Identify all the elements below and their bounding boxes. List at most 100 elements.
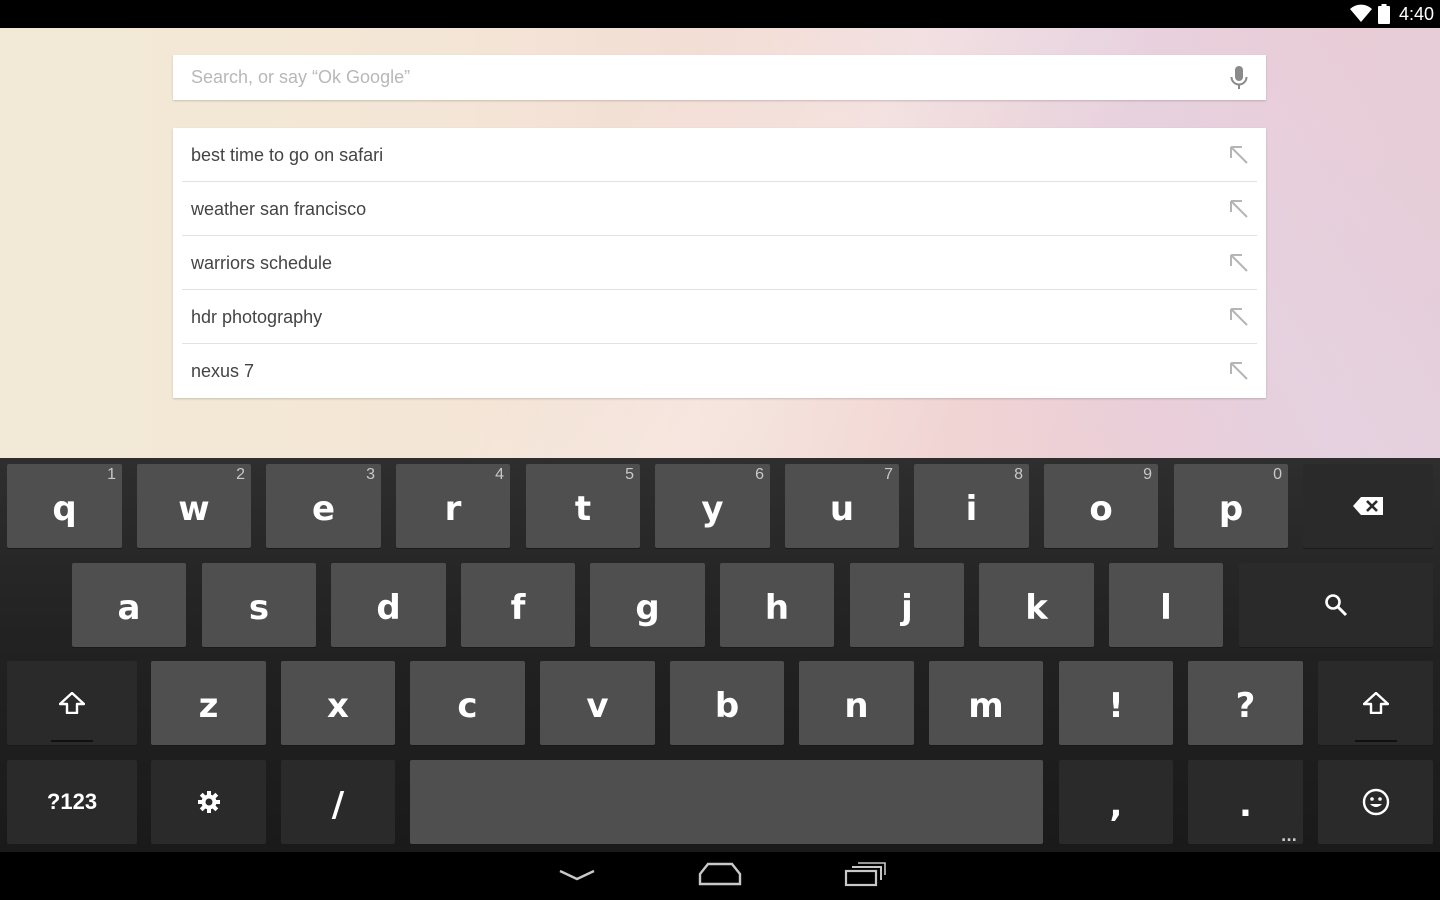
key-label: f (510, 588, 526, 628)
key-l[interactable]: l (1109, 563, 1223, 647)
backspace-key[interactable] (1303, 464, 1433, 548)
insert-query-arrow-icon[interactable] (1229, 199, 1249, 219)
key-g[interactable]: g (590, 563, 705, 647)
key-n[interactable]: n (799, 661, 914, 745)
insert-query-arrow-icon[interactable] (1229, 145, 1249, 165)
key-p[interactable]: 0p (1174, 464, 1288, 548)
key-label: d (376, 588, 401, 628)
suggestion-text: warriors schedule (191, 253, 333, 273)
key-f[interactable]: f (461, 563, 575, 647)
suggestion-item[interactable]: nexus 7 (173, 344, 1266, 398)
search-icon (1325, 594, 1348, 617)
key-comma[interactable]: , (1059, 760, 1173, 844)
key-label: z (198, 686, 219, 726)
symbols-key[interactable]: ?123 (7, 760, 137, 844)
key-label: p (1218, 489, 1244, 529)
suggestion-item[interactable]: warriors schedule (173, 236, 1266, 290)
key-period[interactable]: .... (1188, 760, 1303, 844)
key-label: a (117, 588, 141, 628)
shift-indicator (1355, 740, 1397, 742)
shift-key-right[interactable] (1318, 661, 1433, 745)
more-keys-indicator: ... (1281, 829, 1297, 845)
key-hint: 0 (1273, 466, 1282, 483)
key-label: o (1089, 489, 1113, 529)
emoji-key[interactable] (1318, 760, 1433, 844)
search-input[interactable]: Search, or say “Ok Google” (173, 55, 1266, 100)
status-time: 4:40 (1398, 4, 1434, 24)
key-o[interactable]: 9o (1044, 464, 1158, 548)
key-i[interactable]: 8i (914, 464, 1029, 548)
key-hint: 9 (1143, 466, 1152, 483)
key-m[interactable]: m (929, 661, 1043, 745)
wifi-icon (1350, 4, 1372, 22)
key-exclamation[interactable]: ! (1059, 661, 1173, 745)
key-label: ! (1108, 686, 1124, 726)
key-hint: 7 (884, 466, 893, 483)
key-label: m (968, 686, 1004, 726)
key-u[interactable]: 7u (785, 464, 899, 548)
suggestion-list: best time to go on safari weather san fr… (173, 128, 1266, 398)
key-label: , (1109, 785, 1123, 825)
recents-icon[interactable] (844, 862, 886, 888)
emoji-icon (1362, 788, 1389, 816)
shift-key-left[interactable] (7, 661, 137, 745)
key-s[interactable]: s (202, 563, 316, 647)
key-h[interactable]: h (720, 563, 834, 647)
key-question[interactable]: ? (1188, 661, 1303, 745)
space-key[interactable] (410, 760, 1043, 844)
key-label: s (248, 588, 270, 628)
shift-icon (1362, 692, 1389, 714)
key-r[interactable]: 4r (396, 464, 510, 548)
settings-key[interactable] (151, 760, 266, 844)
microphone-icon[interactable] (1229, 66, 1249, 90)
key-label: . (1239, 785, 1252, 825)
insert-query-arrow-icon[interactable] (1229, 307, 1249, 327)
key-d[interactable]: d (331, 563, 446, 647)
suggestion-text: weather san francisco (191, 199, 367, 219)
key-x[interactable]: x (281, 661, 395, 745)
shift-indicator (51, 740, 93, 742)
suggestion-item[interactable]: best time to go on safari (173, 128, 1266, 182)
key-a[interactable]: a (72, 563, 186, 647)
soft-keyboard: 1q 2w 3e 4r 5t 6y 7u 8i 9o 0p a s d f g … (0, 458, 1440, 852)
key-z[interactable]: z (151, 661, 266, 745)
suggestion-text: nexus 7 (191, 361, 255, 381)
key-j[interactable]: j (850, 563, 964, 647)
key-label: w (178, 489, 210, 529)
key-label: j (901, 588, 913, 628)
key-hint: 3 (366, 466, 375, 483)
key-hint: 5 (625, 466, 634, 483)
home-icon[interactable] (698, 862, 742, 888)
key-label: l (1160, 588, 1172, 628)
suggestion-text: hdr photography (191, 307, 323, 327)
key-label: y (701, 489, 724, 529)
key-t[interactable]: 5t (526, 464, 640, 548)
key-w[interactable]: 2w (137, 464, 251, 548)
key-hint: 6 (755, 466, 764, 483)
insert-query-arrow-icon[interactable] (1229, 361, 1249, 381)
key-label: g (635, 588, 660, 628)
suggestion-text: best time to go on safari (191, 145, 384, 165)
key-label: t (574, 489, 592, 529)
key-slash[interactable]: / (281, 760, 395, 844)
back-icon[interactable] (558, 868, 596, 882)
suggestion-item[interactable]: weather san francisco (173, 182, 1266, 236)
key-c[interactable]: c (410, 661, 525, 745)
key-label: ? (1235, 686, 1256, 726)
backspace-icon (1353, 497, 1383, 515)
key-k[interactable]: k (979, 563, 1094, 647)
key-e[interactable]: 3e (266, 464, 381, 548)
key-y[interactable]: 6y (655, 464, 770, 548)
search-key[interactable] (1239, 563, 1433, 647)
key-label: i (965, 489, 978, 529)
key-hint: 2 (236, 466, 245, 483)
suggestion-item[interactable]: hdr photography (173, 290, 1266, 344)
key-label: k (1025, 588, 1048, 628)
key-b[interactable]: b (670, 661, 784, 745)
battery-icon (1378, 4, 1390, 24)
insert-query-arrow-icon[interactable] (1229, 253, 1249, 273)
key-label: n (844, 686, 869, 726)
status-bar: 4:40 (0, 0, 1440, 28)
key-q[interactable]: 1q (7, 464, 122, 548)
key-v[interactable]: v (540, 661, 655, 745)
